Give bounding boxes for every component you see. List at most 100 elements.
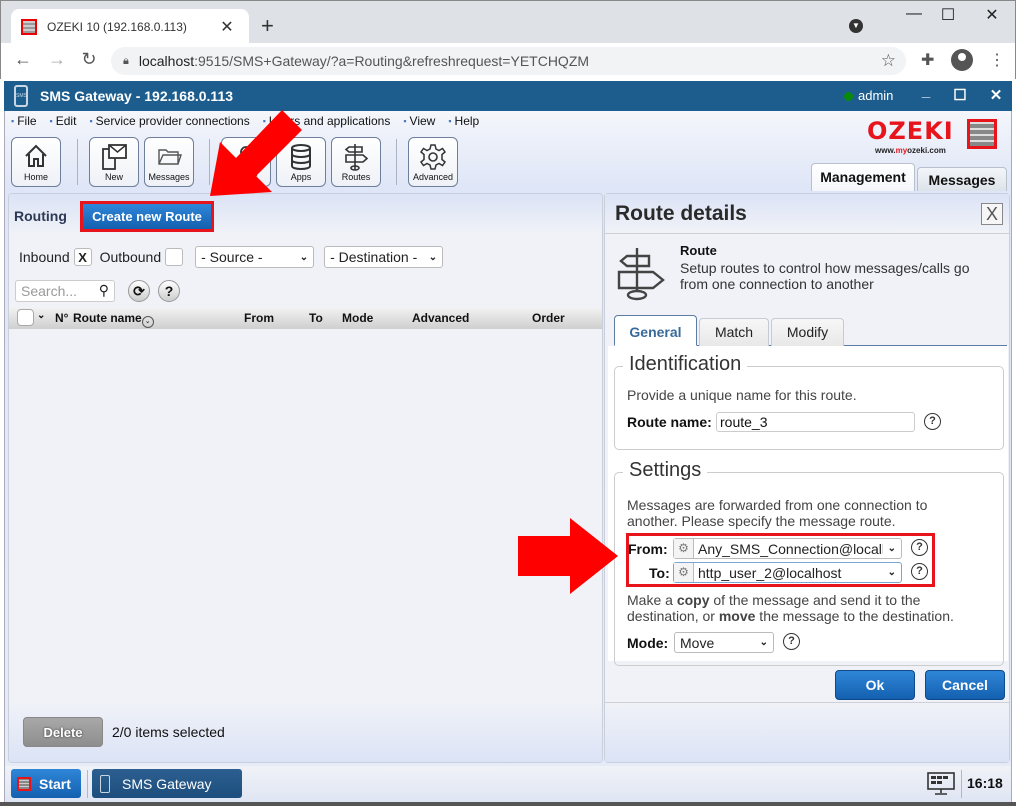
help-icon[interactable]: ?: [783, 633, 800, 650]
tab-management[interactable]: Management: [811, 163, 915, 191]
create-new-route-button[interactable]: Create new Route: [80, 201, 214, 232]
address-bar[interactable]: 🔒︎ localhost:9515/SMS+Gateway/?a=Routing…: [111, 47, 906, 75]
taskbar-sms-gateway[interactable]: SMS Gateway: [92, 769, 242, 798]
toolbar-routes-button[interactable]: Routes: [331, 137, 381, 187]
help-icon[interactable]: ?: [924, 413, 941, 430]
start-button[interactable]: Start: [11, 769, 81, 798]
settings-legend: Settings: [623, 459, 708, 482]
ozeki-logo[interactable]: OZEKI www.myozeki.com: [867, 117, 997, 155]
window-close-button[interactable]: ✕: [977, 5, 1007, 25]
tab-general[interactable]: General: [614, 315, 697, 346]
ok-button[interactable]: Ok: [835, 670, 915, 700]
desktop-icon[interactable]: [927, 772, 955, 796]
col-number[interactable]: N°: [55, 311, 68, 325]
details-tabs: General Match Modify: [614, 315, 1007, 346]
menu-file[interactable]: File: [11, 114, 36, 128]
identification-legend: Identification: [623, 353, 748, 376]
tab-modify[interactable]: Modify: [771, 318, 844, 346]
user-name[interactable]: admin: [858, 88, 893, 103]
annotation-arrow-icon: [210, 110, 302, 196]
toolbar-new-button[interactable]: New: [89, 137, 139, 187]
outbound-checkbox[interactable]: [165, 248, 184, 266]
outbound-label: Outbound: [99, 249, 162, 265]
filter-row: Inbound X Outbound - Source - ⌄ - Destina…: [19, 246, 453, 268]
app-minimize-button[interactable]: _: [916, 83, 936, 100]
ozeki-url: www.myozeki.com: [875, 146, 946, 155]
toolbar-advanced-button[interactable]: Advanced: [408, 137, 458, 187]
home-icon: [25, 144, 47, 167]
browser-toolbar: ← → ↻ 🔒︎ localhost:9515/SMS+Gateway/?a=R…: [0, 43, 1016, 79]
route-description: Setup routes to control how messages/cal…: [680, 260, 970, 292]
col-order[interactable]: Order: [532, 311, 565, 325]
cancel-button[interactable]: Cancel: [925, 670, 1005, 700]
search-input[interactable]: Search... ⚲: [15, 280, 115, 302]
toolbar-home-button[interactable]: Home: [11, 137, 61, 187]
online-status-icon: [844, 92, 853, 101]
taskbar: Start SMS Gateway 16:18: [4, 766, 1012, 802]
browser-tab-strip: OZEKI 10 (192.168.0.113) ✕ + ▼ — ☐ ✕: [0, 0, 1016, 44]
routing-footer: Delete 2/0 items selected: [9, 702, 602, 762]
col-mode[interactable]: Mode: [342, 311, 373, 325]
clock: 16:18: [967, 775, 1003, 791]
destination-select[interactable]: - Destination - ⌄: [324, 246, 444, 268]
annotation-arrow-icon: [518, 518, 618, 594]
chevron-down-icon[interactable]: ⌄: [37, 310, 45, 321]
col-to[interactable]: To: [309, 311, 323, 325]
col-advanced[interactable]: Advanced: [412, 311, 469, 325]
menu-view[interactable]: View: [403, 114, 436, 128]
menu-edit[interactable]: Edit: [50, 114, 77, 128]
col-from[interactable]: From: [244, 311, 274, 325]
back-icon[interactable]: ←: [11, 49, 35, 70]
tab-close-icon[interactable]: ✕: [215, 17, 239, 37]
url-text: localhost:9515/SMS+Gateway/?a=Routing&re…: [138, 53, 590, 69]
settings-text: Messages are forwarded from one connecti…: [627, 497, 928, 529]
delete-button[interactable]: Delete: [23, 717, 103, 747]
chevron-down-icon: ⌄: [299, 251, 309, 263]
menu-help[interactable]: Help: [448, 114, 480, 128]
folder-icon: [158, 149, 182, 165]
general-tab-content: Identification Provide a unique name for…: [608, 346, 1008, 666]
extensions-icon[interactable]: ✚: [921, 50, 934, 70]
reload-icon[interactable]: ↻: [77, 49, 101, 70]
select-all-checkbox[interactable]: [17, 309, 34, 326]
routing-panel: Routing Create new Route Inbound X Outbo…: [8, 193, 603, 763]
app-workspace: File Edit Service provider connections U…: [4, 111, 1012, 766]
route-name-label: Route name:: [627, 414, 712, 430]
inbound-checkbox[interactable]: X: [73, 248, 92, 266]
window-maximize-button[interactable]: ☐: [933, 5, 963, 25]
tab-messages[interactable]: Messages: [917, 167, 1007, 191]
signpost-icon: [617, 248, 665, 301]
app-title: SMS Gateway - 192.168.0.113: [40, 88, 234, 104]
profile-icon[interactable]: [951, 49, 973, 71]
help-button[interactable]: ?: [158, 280, 180, 302]
bookmark-star-icon[interactable]: ☆: [881, 51, 896, 71]
route-details-title: Route details: [615, 202, 747, 225]
app-header: SMS SMS Gateway - 192.168.0.113 admin _ …: [4, 81, 1012, 111]
search-row: Search... ⚲ ⟳ ?: [15, 280, 180, 302]
forward-icon[interactable]: →: [45, 49, 69, 70]
source-select[interactable]: - Source - ⌄: [195, 246, 315, 268]
col-route-name[interactable]: Route name ⌄: [73, 311, 154, 328]
route-details-panel: Route details X Route Setup routes to co…: [604, 193, 1010, 763]
selection-status: 2/0 items selected: [112, 724, 225, 740]
mode-select[interactable]: Move ⌄: [674, 632, 774, 653]
gear-icon: [419, 144, 447, 170]
tab-title: OZEKI 10 (192.168.0.113): [47, 19, 187, 34]
chevron-down-icon: ⌄: [759, 637, 768, 648]
window-minimize-button[interactable]: —: [899, 5, 929, 23]
tab-search-icon[interactable]: ▼: [849, 19, 863, 33]
new-tab-button[interactable]: +: [261, 13, 274, 39]
tab-match[interactable]: Match: [699, 318, 769, 346]
browser-menu-icon[interactable]: ⋮: [989, 50, 1005, 70]
browser-tab[interactable]: OZEKI 10 (192.168.0.113) ✕: [11, 9, 249, 44]
route-name-input[interactable]: route_3: [716, 412, 915, 432]
inbound-label: Inbound: [19, 249, 70, 265]
app-close-button[interactable]: ✕: [986, 86, 1006, 104]
search-icon[interactable]: ⚲: [99, 282, 109, 299]
close-details-button[interactable]: X: [981, 203, 1003, 225]
toolbar-separator: [396, 139, 397, 185]
refresh-button[interactable]: ⟳: [128, 280, 150, 302]
toolbar-messages-button[interactable]: Messages: [144, 137, 194, 187]
app-maximize-button[interactable]: ☐: [950, 86, 970, 104]
mode-description: Make a copy of the message and send it t…: [627, 592, 954, 624]
